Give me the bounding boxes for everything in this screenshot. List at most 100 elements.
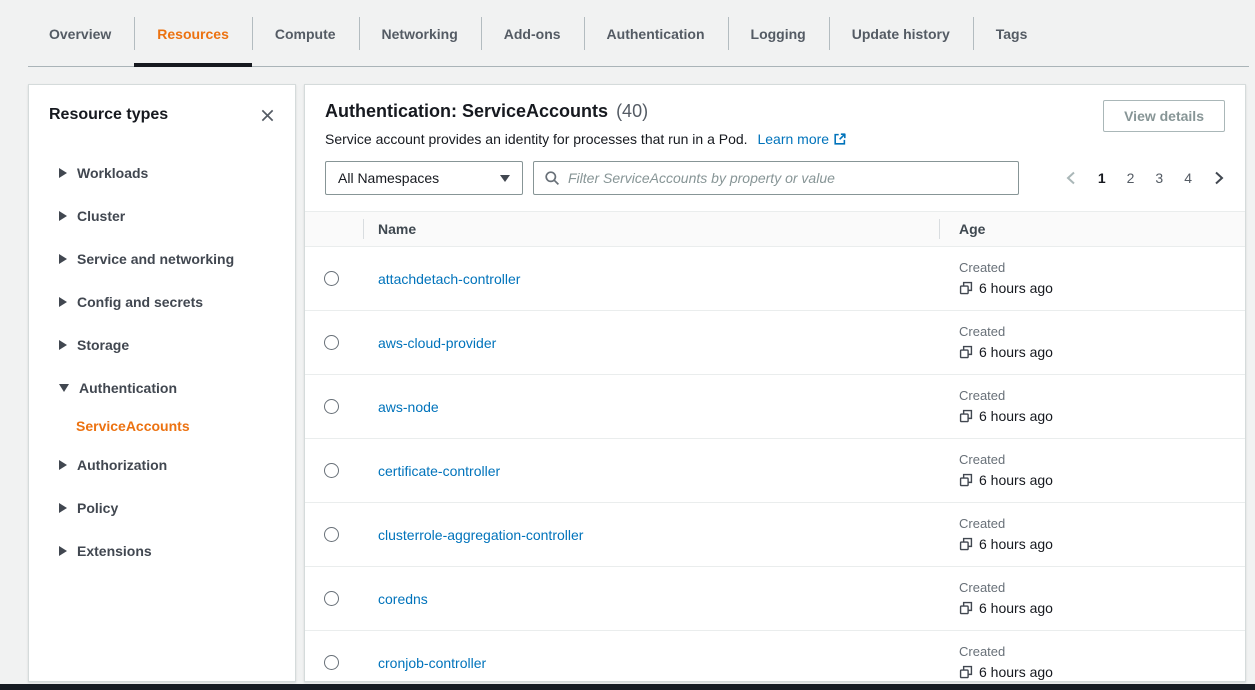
caret-right-icon	[59, 503, 67, 513]
service-account-link[interactable]: aws-node	[378, 399, 439, 415]
service-accounts-table: Name Age attachdetach-controller Created…	[305, 211, 1245, 682]
page-number-2[interactable]: 2	[1127, 170, 1135, 186]
radio-cell	[305, 399, 363, 414]
caret-right-icon	[59, 254, 67, 264]
namespace-filter-value: All Namespaces	[338, 170, 439, 186]
copy-icon[interactable]	[959, 281, 973, 295]
sidebar-item-label: Policy	[77, 500, 118, 516]
created-label: Created	[959, 325, 1245, 339]
copy-icon[interactable]	[959, 601, 973, 615]
sidebar-item-label: Extensions	[77, 543, 152, 559]
copy-icon[interactable]	[959, 345, 973, 359]
table-header: Name Age	[305, 211, 1245, 247]
name-cell: attachdetach-controller	[363, 271, 939, 287]
radio-cell	[305, 335, 363, 350]
service-account-link[interactable]: attachdetach-controller	[378, 271, 520, 287]
age-cell: Created 6 hours ago	[939, 389, 1245, 424]
window-edge-bar	[0, 684, 1255, 690]
sidebar-item-authorization[interactable]: Authorization	[59, 443, 295, 486]
row-radio-button[interactable]	[324, 463, 339, 478]
tab-overview[interactable]: Overview	[26, 0, 134, 67]
table-row: clusterrole-aggregation-controller Creat…	[305, 503, 1245, 567]
age-column-header: Age	[939, 212, 1245, 246]
row-radio-button[interactable]	[324, 527, 339, 542]
copy-icon[interactable]	[959, 409, 973, 423]
resource-types-header: Resource types	[29, 85, 295, 127]
search-input[interactable]	[568, 170, 1008, 186]
title-row: Authentication: ServiceAccounts (40)	[325, 101, 1225, 122]
sidebar-item-cluster[interactable]: Cluster	[59, 194, 295, 237]
service-account-link[interactable]: coredns	[378, 591, 428, 607]
learn-more-label: Learn more	[757, 131, 829, 147]
copy-icon[interactable]	[959, 537, 973, 551]
sidebar-item-policy[interactable]: Policy	[59, 486, 295, 529]
name-column-header: Name	[363, 212, 939, 246]
copy-icon[interactable]	[959, 473, 973, 487]
service-account-link[interactable]: aws-cloud-provider	[378, 335, 496, 351]
table-row: cronjob-controller Created 6 hours ago	[305, 631, 1245, 682]
external-link-icon	[833, 132, 847, 146]
next-page-button[interactable]	[1213, 171, 1225, 185]
tab-update-history[interactable]: Update history	[829, 0, 973, 67]
view-details-button[interactable]: View details	[1103, 100, 1225, 132]
sidebar-item-label: Workloads	[77, 165, 148, 181]
page-number-1[interactable]: 1	[1098, 170, 1106, 186]
radio-cell	[305, 591, 363, 606]
table-row: aws-cloud-provider Created 6 hours ago	[305, 311, 1245, 375]
tab-authentication[interactable]: Authentication	[584, 0, 728, 67]
tab-resources[interactable]: Resources	[134, 0, 252, 67]
age-cell: Created 6 hours ago	[939, 645, 1245, 680]
caret-down-icon	[59, 384, 69, 392]
row-radio-button[interactable]	[324, 655, 339, 670]
table-row: attachdetach-controller Created 6 hours …	[305, 247, 1245, 311]
tab-networking[interactable]: Networking	[359, 0, 481, 67]
tab-logging[interactable]: Logging	[728, 0, 829, 67]
sidebar-item-extensions[interactable]: Extensions	[59, 529, 295, 572]
age-cell: Created 6 hours ago	[939, 325, 1245, 360]
close-icon[interactable]	[255, 103, 279, 127]
created-label: Created	[959, 581, 1245, 595]
sidebar-item-label: Authentication	[79, 380, 177, 396]
learn-more-link[interactable]: Learn more	[757, 131, 847, 147]
row-radio-button[interactable]	[324, 335, 339, 350]
sidebar-item-workloads[interactable]: Workloads	[59, 151, 295, 194]
radio-cell	[305, 527, 363, 542]
sidebar-item-label: Cluster	[77, 208, 125, 224]
age-value: 6 hours ago	[979, 536, 1053, 552]
service-account-link[interactable]: certificate-controller	[378, 463, 500, 479]
name-cell: cronjob-controller	[363, 655, 939, 671]
service-account-link[interactable]: clusterrole-aggregation-controller	[378, 527, 583, 543]
tab-add-ons[interactable]: Add-ons	[481, 0, 584, 67]
tab-tags[interactable]: Tags	[973, 0, 1051, 67]
resource-types-panel: Resource types Workloads Cluster Service…	[28, 84, 296, 682]
radio-cell	[305, 271, 363, 286]
caret-right-icon	[59, 168, 67, 178]
sidebar-item-storage[interactable]: Storage	[59, 323, 295, 366]
age-value: 6 hours ago	[979, 600, 1053, 616]
sidebar-item-authentication[interactable]: Authentication	[59, 366, 295, 409]
row-radio-button[interactable]	[324, 591, 339, 606]
description-text: Service account provides an identity for…	[325, 131, 748, 147]
service-account-link[interactable]: cronjob-controller	[378, 655, 486, 671]
namespace-filter-dropdown[interactable]: All Namespaces	[325, 161, 523, 195]
tab-compute[interactable]: Compute	[252, 0, 359, 67]
sidebar-item-label: Config and secrets	[77, 294, 203, 310]
age-value: 6 hours ago	[979, 664, 1053, 680]
previous-page-button[interactable]	[1065, 171, 1077, 185]
row-radio-button[interactable]	[324, 271, 339, 286]
service-accounts-panel: View details Authentication: ServiceAcco…	[304, 84, 1246, 682]
sidebar-item-config-and-secrets[interactable]: Config and secrets	[59, 280, 295, 323]
name-cell: clusterrole-aggregation-controller	[363, 527, 939, 543]
page-number-4[interactable]: 4	[1184, 170, 1192, 186]
filter-row: All Namespaces 1 2 3 4	[325, 161, 1225, 195]
sidebar-item-serviceaccounts[interactable]: ServiceAccounts	[59, 409, 295, 443]
table-row: certificate-controller Created 6 hours a…	[305, 439, 1245, 503]
search-icon	[544, 170, 560, 186]
copy-icon[interactable]	[959, 665, 973, 679]
page-number-3[interactable]: 3	[1155, 170, 1163, 186]
age-value: 6 hours ago	[979, 408, 1053, 424]
sidebar-item-service-and-networking[interactable]: Service and networking	[59, 237, 295, 280]
row-radio-button[interactable]	[324, 399, 339, 414]
table-row: coredns Created 6 hours ago	[305, 567, 1245, 631]
panel-header: View details Authentication: ServiceAcco…	[305, 85, 1245, 195]
